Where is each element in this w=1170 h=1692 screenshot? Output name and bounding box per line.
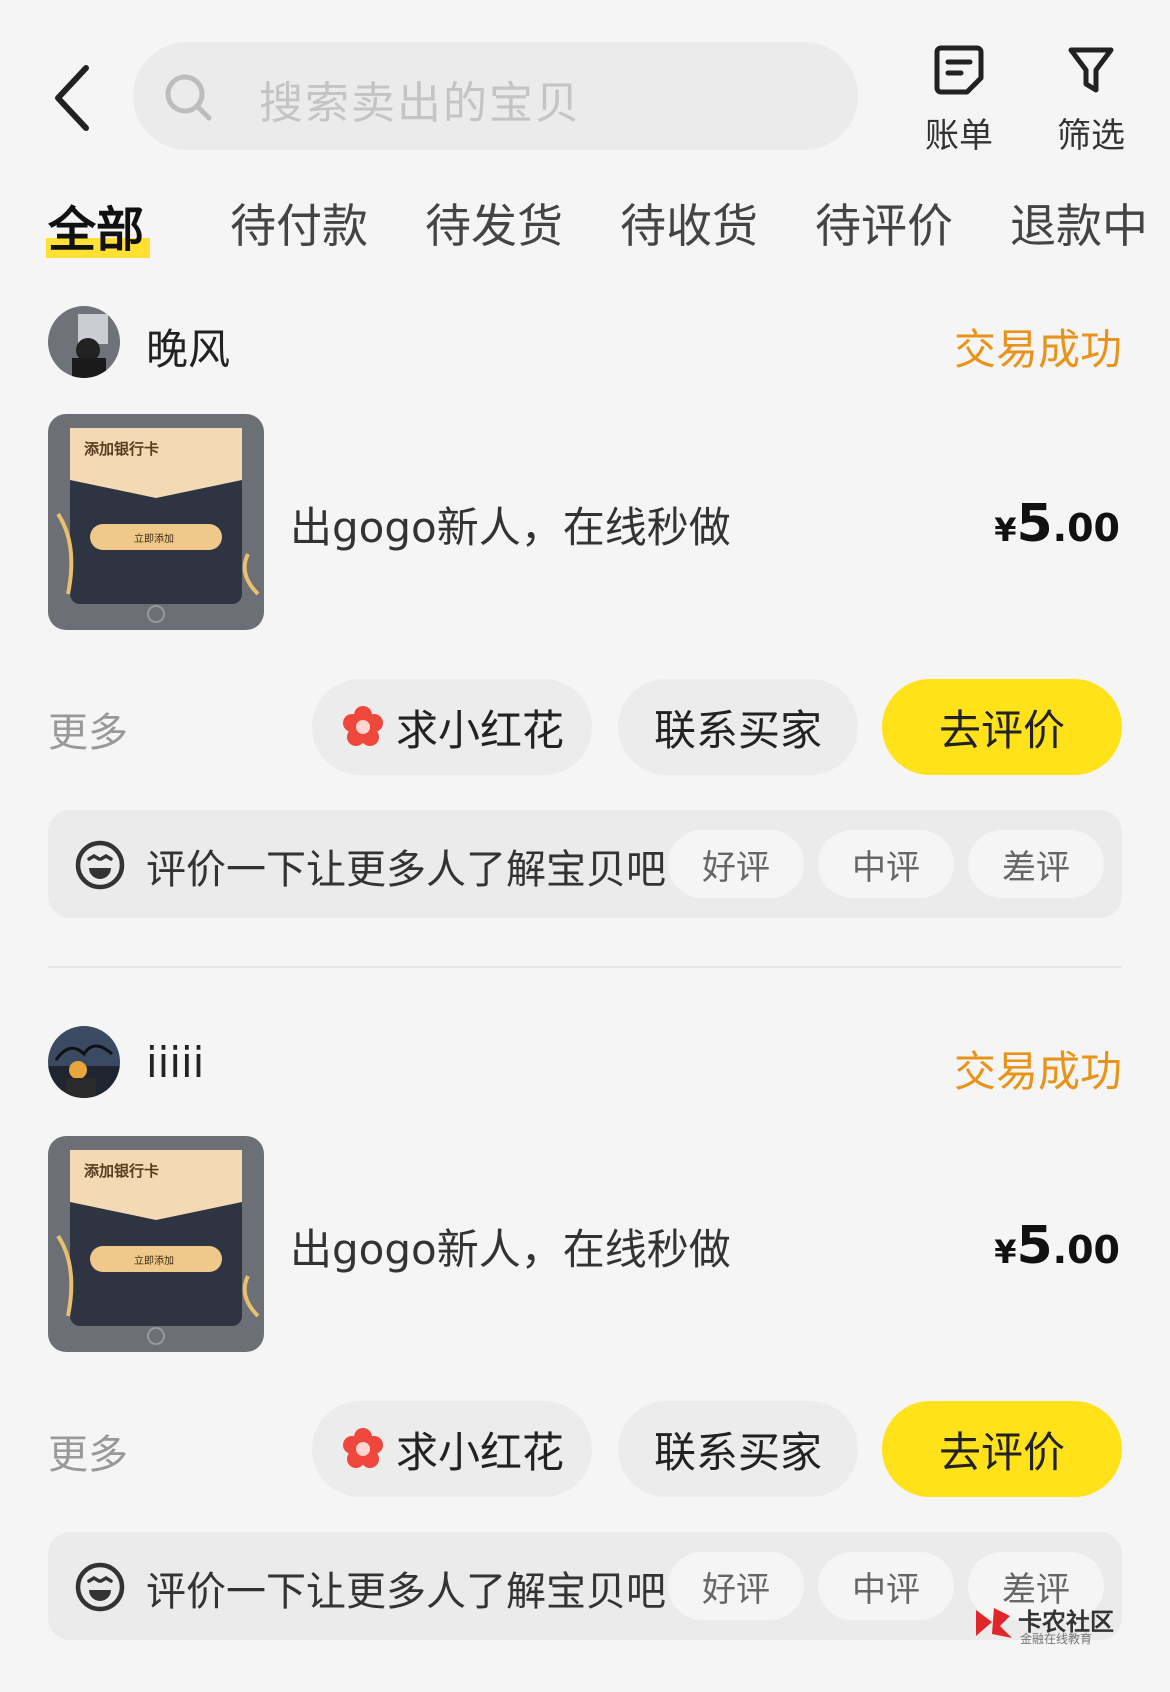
tab-label: 待收货	[620, 199, 758, 253]
search-icon	[165, 74, 212, 121]
product-price: ¥5.00	[994, 1216, 1120, 1276]
rating-panel: 评价一下让更多人了解宝贝吧 好评 中评 差评	[48, 810, 1122, 918]
smile-face-icon	[75, 1562, 125, 1612]
product-title[interactable]: 出gogo新人，在线秒做	[290, 494, 731, 555]
tab-label: 待发货	[425, 199, 563, 253]
flower-icon	[342, 706, 383, 746]
product-thumbnail[interactable]: 添加银行卡 立即添加	[48, 1136, 264, 1352]
tab-pending-shipment[interactable]: 待发货	[425, 190, 563, 256]
thumb-button-text: 立即添加	[134, 532, 174, 545]
price-decimal: .00	[1052, 1228, 1120, 1272]
filter-button[interactable]: 筛选	[1036, 42, 1146, 157]
search-input[interactable]: 搜索卖出的宝贝	[133, 42, 858, 150]
status-tabs: 全部 待付款 待发货 待收货 待评价 退款中	[0, 190, 1170, 260]
tab-refunding[interactable]: 退款中	[1010, 190, 1148, 256]
order-divider	[48, 966, 1122, 968]
rate-neutral-chip[interactable]: 中评	[818, 1552, 954, 1620]
price-integer: 5	[1016, 494, 1053, 554]
product-image: 添加银行卡 立即添加	[48, 414, 264, 630]
contact-buyer-button[interactable]: 联系买家	[618, 1401, 858, 1497]
avatar-image	[48, 1026, 120, 1098]
review-button[interactable]: 去评价	[882, 1401, 1122, 1497]
rate-good-chip[interactable]: 好评	[668, 1552, 804, 1620]
buyer-avatar[interactable]	[48, 306, 120, 378]
price-currency: ¥	[994, 1233, 1017, 1271]
contact-buyer-label: 联系买家	[653, 705, 822, 755]
smile-face-icon	[75, 840, 125, 890]
order-status: 交易成功	[953, 325, 1122, 374]
rating-prompt: 评价一下让更多人了解宝贝吧	[146, 847, 666, 893]
chevron-left-icon	[55, 65, 89, 131]
tab-pending-review[interactable]: 待评价	[815, 190, 953, 256]
thumb-card-title: 添加银行卡	[84, 440, 159, 458]
buyer-avatar[interactable]	[48, 1026, 120, 1098]
review-button[interactable]: 去评价	[882, 679, 1122, 775]
back-button[interactable]	[46, 58, 106, 138]
ask-flower-label: 求小红花	[395, 1427, 564, 1477]
product-title[interactable]: 出gogo新人，在线秒做	[290, 1216, 731, 1277]
thumb-card-title: 添加银行卡	[84, 1162, 159, 1180]
filter-icon	[1068, 47, 1114, 93]
bill-icon	[934, 45, 984, 95]
buyer-name[interactable]: 晚风	[146, 316, 230, 377]
rate-bad-chip[interactable]: 差评	[968, 830, 1104, 898]
top-bar: 搜索卖出的宝贝 账单 筛选	[0, 0, 1170, 170]
review-label: 去评价	[938, 1427, 1065, 1477]
product-thumbnail[interactable]: 添加银行卡 立即添加	[48, 414, 264, 630]
watermark-logo: 卡农社区 金融在线教育	[972, 1602, 1122, 1648]
tab-pending-payment[interactable]: 待付款	[230, 190, 368, 256]
rate-good-chip[interactable]: 好评	[668, 830, 804, 898]
product-price: ¥5.00	[994, 494, 1120, 554]
rate-neutral-chip[interactable]: 中评	[818, 830, 954, 898]
tab-all[interactable]: 全部	[46, 190, 150, 260]
watermark-subtitle: 金融在线教育	[1020, 1632, 1093, 1646]
price-currency: ¥	[994, 511, 1017, 549]
bill-label: 账单	[925, 116, 993, 156]
filter-label: 筛选	[1057, 116, 1125, 156]
rating-panel: 评价一下让更多人了解宝贝吧 好评 中评 差评	[48, 1532, 1122, 1640]
tab-label: 全部	[48, 202, 145, 258]
ask-flower-button[interactable]: 求小红花	[312, 679, 592, 775]
search-placeholder: 搜索卖出的宝贝	[259, 78, 581, 129]
tab-label: 待评价	[815, 199, 953, 253]
tab-label: 退款中	[1010, 199, 1148, 253]
ask-flower-button[interactable]: 求小红花	[312, 1401, 592, 1497]
thumb-button-text: 立即添加	[134, 1254, 174, 1267]
ask-flower-label: 求小红花	[395, 705, 564, 755]
bill-button[interactable]: 账单	[904, 42, 1014, 157]
review-label: 去评价	[938, 705, 1065, 755]
flower-icon	[342, 1428, 383, 1468]
rating-prompt: 评价一下让更多人了解宝贝吧	[146, 1569, 666, 1615]
order-status: 交易成功	[953, 1047, 1122, 1096]
price-decimal: .00	[1052, 506, 1120, 550]
tab-label: 待付款	[230, 199, 368, 253]
more-button[interactable]: 更多	[48, 1422, 128, 1480]
avatar-image	[48, 306, 120, 378]
more-button[interactable]: 更多	[48, 700, 128, 758]
tab-pending-receipt[interactable]: 待收货	[620, 190, 758, 256]
product-image: 添加银行卡 立即添加	[48, 1136, 264, 1352]
buyer-name[interactable]: iiiii	[146, 1038, 204, 1087]
contact-buyer-button[interactable]: 联系买家	[618, 679, 858, 775]
price-integer: 5	[1016, 1216, 1053, 1276]
contact-buyer-label: 联系买家	[653, 1427, 822, 1477]
kanong-logo-icon	[976, 1608, 1012, 1638]
